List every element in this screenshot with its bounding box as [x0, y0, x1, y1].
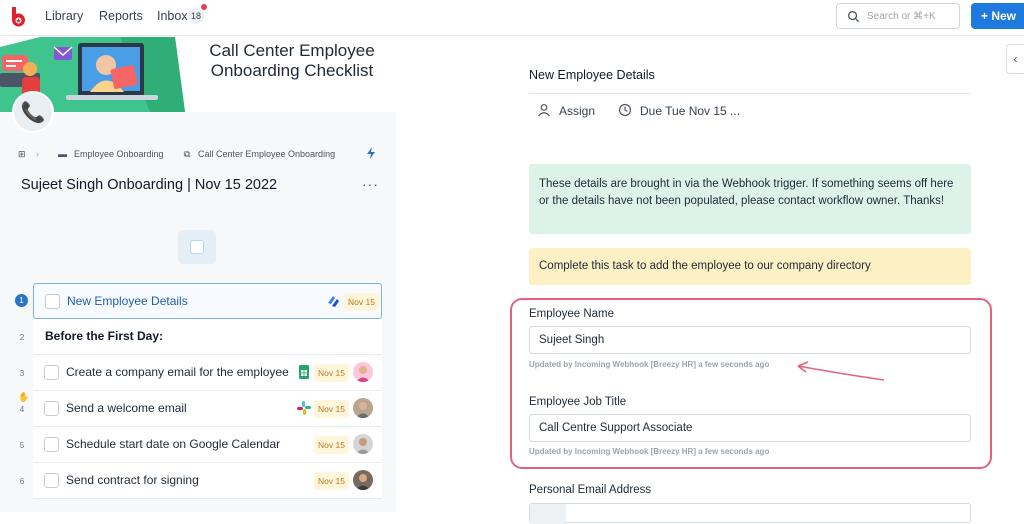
webhook-info-note: These details are brought in via the Web… — [529, 164, 971, 234]
avatar[interactable] — [353, 362, 373, 382]
nav-inbox-link[interactable]: Inbox — [157, 9, 188, 23]
banner-title: Call Center Employee Onboarding Checklis… — [209, 41, 375, 80]
task-checkbox[interactable] — [45, 294, 60, 309]
breadcrumb-workflow-link[interactable]: Call Center Employee Onboarding — [198, 149, 335, 159]
folder-icon: ▬ — [58, 149, 67, 159]
avatar[interactable] — [353, 470, 373, 490]
step-number: 6 — [19, 477, 25, 486]
search-icon — [848, 11, 860, 23]
drag-hand-icon[interactable]: ✋ — [18, 392, 29, 403]
due-date-chip: Nov 15 — [314, 472, 349, 490]
due-date-chip: Nov 15 — [314, 436, 349, 454]
task-heading-before-first-day: Before the First Day: — [33, 319, 382, 355]
personal-email-label: Personal Email Address — [529, 484, 652, 496]
chevron-right-icon: › — [36, 149, 39, 159]
google-sheets-icon — [299, 365, 309, 379]
task-row-welcome-email[interactable]: Send a welcome email Nov 15 — [33, 391, 382, 427]
webhook-trigger-icon — [190, 240, 204, 254]
employee-job-title-field[interactable]: Call Centre Support Associate — [529, 414, 971, 442]
email-field-prefix — [530, 504, 566, 524]
nav-reports-link[interactable]: Reports — [99, 9, 143, 23]
task-checkbox[interactable] — [44, 365, 59, 380]
step-number: 3 — [19, 369, 25, 378]
search-placeholder: Search or ⌘+K — [867, 11, 936, 22]
phone-icon: 📞 — [12, 91, 54, 133]
search-input[interactable]: Search or ⌘+K — [836, 3, 960, 29]
step-number: 1 — [15, 294, 28, 307]
run-title: Sujeet Singh Onboarding | Nov 15 2022 — [21, 177, 278, 193]
webhook-icon — [328, 296, 339, 307]
highlight-annotation — [510, 298, 992, 469]
due-date-chip: Nov 15 — [314, 400, 349, 418]
top-navigation-bar: Library Reports Inbox 18 Search or ⌘+K +… — [0, 0, 1024, 36]
employee-name-label: Employee Name — [529, 308, 615, 320]
task-label: Create a company email for the employee — [66, 365, 289, 379]
step-number: 2 — [19, 333, 25, 342]
inbox-count-badge: 18 — [188, 8, 205, 24]
app-logo[interactable] — [8, 6, 28, 28]
task-title: New Employee Details — [529, 68, 655, 82]
copy-icon: ⧉ — [184, 149, 191, 159]
task-instruction-note: Complete this task to add the employee t… — [529, 248, 971, 285]
field-update-note: Updated by Incoming Webhook [Breezy HR] … — [529, 360, 770, 369]
employee-job-title-label: Employee Job Title — [529, 396, 627, 408]
step-number: 4 — [19, 405, 25, 414]
chevron-left-icon[interactable]: ‹ — [1006, 44, 1024, 74]
step-number: 5 — [19, 441, 25, 450]
task-checkbox[interactable] — [44, 437, 59, 452]
avatar[interactable] — [353, 398, 373, 418]
inbox-notification-dot — [201, 4, 207, 10]
clock-icon — [618, 103, 632, 117]
due-date-chip: Nov 15 — [344, 293, 379, 311]
new-button[interactable]: + New — [971, 3, 1024, 29]
slack-icon — [297, 401, 311, 415]
breadcrumb-folder-link[interactable]: Employee Onboarding — [74, 149, 164, 159]
field-update-note: Updated by Incoming Webhook [Breezy HR] … — [529, 447, 770, 456]
due-date-chip: Nov 15 — [314, 364, 349, 382]
lightning-bolt-icon[interactable] — [364, 146, 378, 160]
nav-library-link[interactable]: Library — [45, 9, 83, 23]
task-checkbox[interactable] — [44, 401, 59, 416]
task-label: Schedule start date on Google Calendar — [66, 437, 281, 451]
task-checkbox[interactable] — [44, 473, 59, 488]
task-label: Send contract for signing — [66, 473, 199, 487]
task-row-create-email[interactable]: Create a company email for the employee … — [33, 355, 382, 391]
avatar[interactable] — [353, 434, 373, 454]
arrow-annotation — [797, 361, 885, 381]
workflow-banner: Call Center Employee Onboarding Checklis… — [0, 37, 396, 112]
task-row-send-contract[interactable]: Send contract for signing Nov 15 — [33, 463, 382, 499]
user-icon — [538, 104, 550, 117]
task-label: Send a welcome email — [66, 401, 187, 415]
hierarchy-icon[interactable]: ⊞ — [18, 149, 26, 160]
section-heading: Before the First Day: — [45, 329, 164, 343]
employee-name-field[interactable]: Sujeet Singh — [529, 326, 971, 354]
personal-email-field[interactable] — [529, 503, 971, 524]
task-row-new-employee-details[interactable]: New Employee Details Nov 15 — [33, 283, 382, 319]
task-row-schedule-start-date[interactable]: Schedule start date on Google Calendar N… — [33, 427, 382, 463]
task-label: New Employee Details — [67, 294, 188, 308]
more-options-icon[interactable]: ··· — [362, 176, 379, 192]
divider — [529, 93, 971, 94]
webhook-trigger[interactable] — [178, 230, 216, 264]
